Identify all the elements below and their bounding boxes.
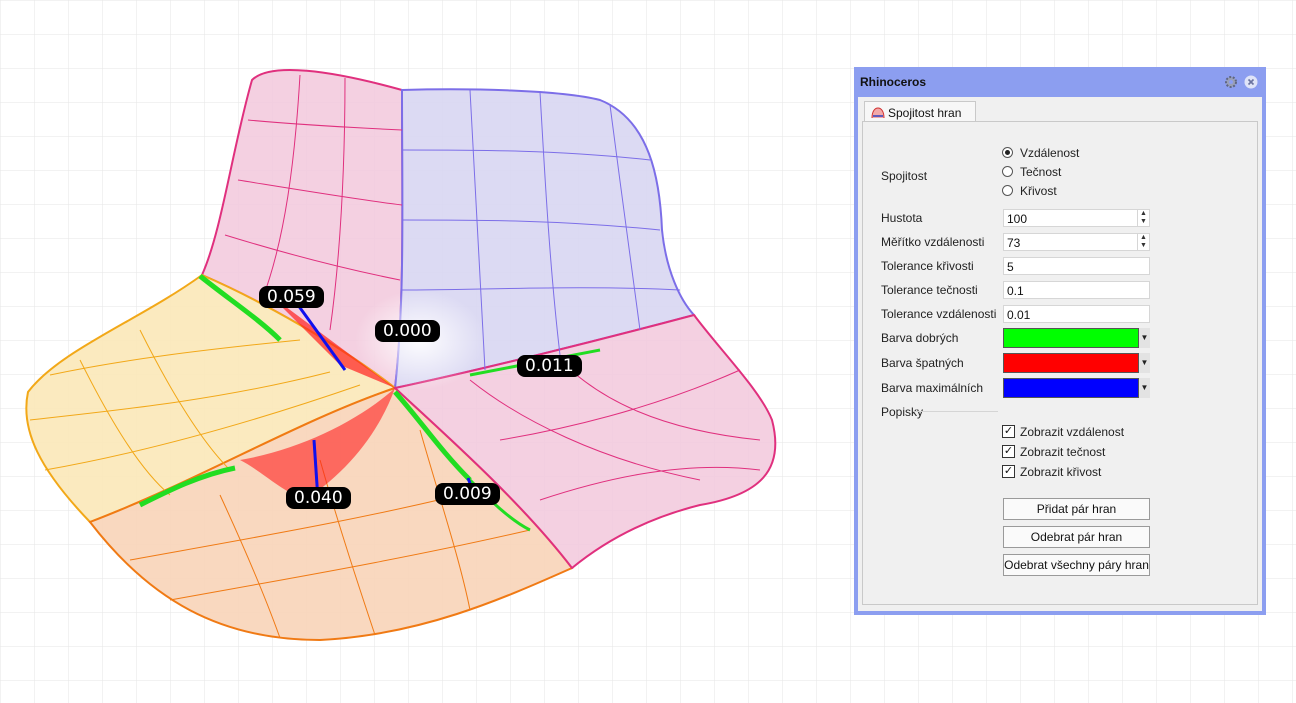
- density-label: Hustota: [881, 211, 923, 225]
- distance-scale-label: Měřítko vzdálenosti: [881, 235, 985, 249]
- distance-tol-label: Tolerance vzdálenosti: [881, 307, 997, 321]
- max-color-swatch[interactable]: [1003, 378, 1139, 398]
- show-curvature-checkbox[interactable]: ✓: [1002, 465, 1015, 478]
- bad-color-swatch[interactable]: [1003, 353, 1139, 373]
- captions-separator: [913, 411, 998, 412]
- show-curvature-label[interactable]: Zobrazit křivost: [1020, 465, 1101, 479]
- tab-content: Spojitost Vzdálenost Tečnost Křivost Hus…: [862, 121, 1258, 605]
- tangency-tol-value: 0.1: [1007, 284, 1024, 298]
- show-distance-label[interactable]: Zobrazit vzdálenost: [1020, 425, 1124, 439]
- density-input[interactable]: 100 ▲ ▼: [1003, 209, 1150, 227]
- bad-color-dropdown[interactable]: ▼: [1139, 353, 1150, 373]
- bad-color-label: Barva špatných: [881, 356, 964, 370]
- curvature-tol-label: Tolerance křivosti: [881, 259, 974, 273]
- max-color-label: Barva maximálních: [881, 381, 984, 395]
- distance-scale-value: 73: [1007, 236, 1021, 250]
- good-color-dropdown[interactable]: ▼: [1139, 328, 1150, 348]
- deviation-label: 0.059: [259, 286, 324, 308]
- remove-edge-pair-button[interactable]: Odebrat pár hran: [1003, 526, 1150, 548]
- gear-icon[interactable]: [1224, 75, 1238, 89]
- deviation-label: 0.011: [517, 355, 582, 377]
- captions-label: Popisky: [881, 405, 924, 419]
- density-value: 100: [1007, 212, 1028, 226]
- panel-title: Rhinoceros: [860, 75, 927, 89]
- tab-edge-continuity[interactable]: Spojitost hran: [864, 101, 976, 123]
- tangency-tol-label: Tolerance tečnosti: [881, 283, 978, 297]
- max-color-dropdown[interactable]: ▼: [1139, 378, 1150, 398]
- distance-tol-value: 0.01: [1007, 308, 1031, 322]
- curvature-tol-value: 5: [1007, 260, 1014, 274]
- panel-body: Spojitost hran Spojitost Vzdálenost Tečn…: [858, 97, 1262, 611]
- curvature-tol-input[interactable]: 5: [1003, 257, 1150, 275]
- radio-tangency-label[interactable]: Tečnost: [1020, 165, 1061, 179]
- edge-continuity-icon: [871, 107, 885, 119]
- close-icon[interactable]: [1244, 75, 1258, 89]
- radio-curvature[interactable]: [1002, 185, 1013, 196]
- radio-distance-label[interactable]: Vzdálenost: [1020, 146, 1079, 160]
- deviation-label: 0.040: [286, 487, 351, 509]
- radio-curvature-label[interactable]: Křivost: [1020, 184, 1057, 198]
- show-tangency-label[interactable]: Zobrazit tečnost: [1020, 445, 1105, 459]
- good-color-swatch[interactable]: [1003, 328, 1139, 348]
- add-edge-pair-button[interactable]: Přidat pár hran: [1003, 498, 1150, 520]
- distance-scale-spinner[interactable]: ▲ ▼: [1137, 234, 1149, 250]
- edge-continuity-panel: Rhinoceros Spojitost hran Spojitost Vzdá…: [854, 67, 1266, 615]
- remove-all-edge-pairs-button[interactable]: Odebrat všechny páry hran: [1003, 554, 1150, 576]
- tangency-tol-input[interactable]: 0.1: [1003, 281, 1150, 299]
- continuity-label: Spojitost: [881, 169, 928, 183]
- radio-distance[interactable]: [1002, 147, 1013, 158]
- density-spinner[interactable]: ▲ ▼: [1137, 210, 1149, 226]
- radio-tangency[interactable]: [1002, 166, 1013, 177]
- deviation-label: 0.000: [375, 320, 440, 342]
- distance-scale-input[interactable]: 73 ▲ ▼: [1003, 233, 1150, 251]
- show-tangency-checkbox[interactable]: ✓: [1002, 445, 1015, 458]
- deviation-label: 0.009: [435, 483, 500, 505]
- show-distance-checkbox[interactable]: ✓: [1002, 425, 1015, 438]
- tab-label: Spojitost hran: [888, 106, 962, 120]
- good-color-label: Barva dobrých: [881, 331, 959, 345]
- distance-tol-input[interactable]: 0.01: [1003, 305, 1150, 323]
